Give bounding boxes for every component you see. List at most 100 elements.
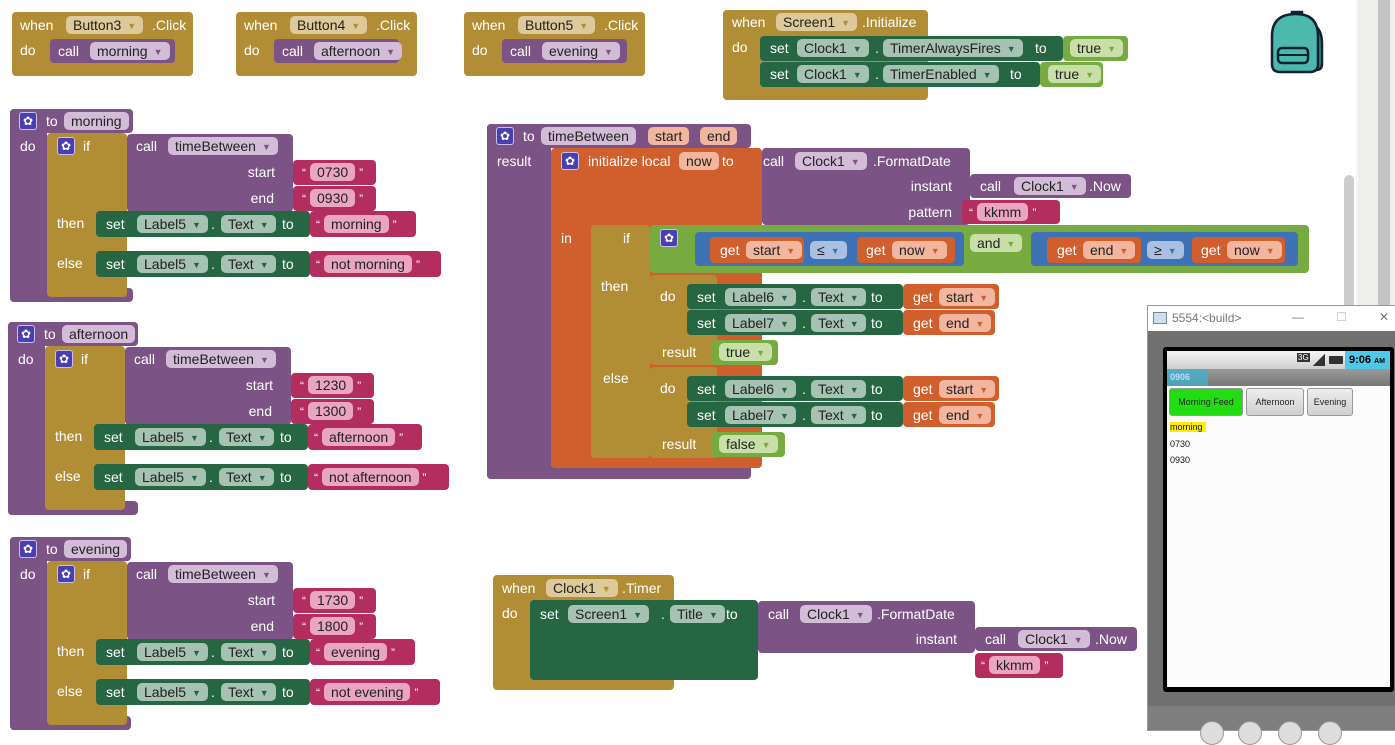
procedure-block[interactable] [487, 124, 551, 479]
variable-dropdown[interactable]: start ▼ [939, 380, 996, 398]
component-dropdown[interactable]: Clock1 ▼ [795, 152, 867, 170]
component-dropdown[interactable]: Label5 ▼ [137, 683, 208, 701]
text-value[interactable]: 0930 [310, 189, 356, 207]
end-time-text[interactable]: “ 1800” [298, 617, 367, 636]
label-value-text[interactable]: “ not afternoon” [310, 468, 431, 487]
label-value-text[interactable]: “ not morning” [312, 255, 424, 274]
gear-icon[interactable]: ✿ [561, 152, 579, 170]
component-dropdown[interactable]: Clock1 ▼ [1014, 177, 1086, 195]
emulator-key[interactable] [1318, 721, 1342, 745]
gear-icon[interactable]: ✿ [660, 229, 678, 247]
evening-button[interactable]: Evening [1307, 388, 1353, 416]
gear-icon[interactable]: ✿ [57, 137, 75, 155]
minimize-button[interactable]: — [1292, 310, 1304, 324]
property-dropdown[interactable]: Text ▼ [811, 380, 866, 398]
procedure-name[interactable]: timeBetween [541, 127, 636, 145]
side-panel-scrollbar[interactable] [1378, 0, 1390, 305]
component-dropdown[interactable]: Label7 ▼ [725, 314, 796, 332]
component-dropdown[interactable]: Label5 ▼ [135, 428, 206, 446]
gear-icon[interactable]: ✿ [19, 540, 37, 558]
label-value-text[interactable]: “ evening” [312, 643, 399, 662]
variable-dropdown[interactable]: start ▼ [746, 241, 803, 259]
emulator-key[interactable] [1200, 721, 1224, 745]
start-time-text[interactable]: “ 1730” [298, 591, 367, 610]
variable-dropdown[interactable]: end ▼ [1083, 241, 1136, 259]
variable-dropdown[interactable]: now ▼ [892, 241, 947, 259]
property-dropdown[interactable]: Text ▼ [221, 643, 276, 661]
morning-feed-button[interactable]: Morning Feed [1169, 388, 1243, 416]
component-dropdown[interactable]: Button5 ▼ [518, 16, 596, 34]
label-value-text[interactable]: “ morning” [312, 215, 401, 234]
variable-dropdown[interactable]: now ▼ [1227, 241, 1282, 259]
component-dropdown[interactable]: Button4 ▼ [290, 16, 368, 34]
component-dropdown[interactable]: Label5 ▼ [137, 643, 208, 661]
label-value-text[interactable]: “ not evening” [312, 683, 422, 702]
text-value[interactable]: 1230 [308, 376, 354, 394]
property-dropdown[interactable]: Text ▼ [219, 468, 274, 486]
text-value[interactable]: not afternoon [322, 468, 419, 486]
local-name[interactable]: now [679, 152, 719, 170]
component-dropdown[interactable]: Label5 ▼ [137, 255, 208, 273]
component-dropdown[interactable]: Label7 ▼ [725, 406, 796, 424]
procedure-name[interactable]: afternoon [62, 325, 136, 343]
component-dropdown[interactable]: Label5 ▼ [135, 468, 206, 486]
boolean-dropdown[interactable]: true ▼ [719, 343, 773, 361]
property-dropdown[interactable]: Text ▼ [219, 428, 274, 446]
text-value[interactable]: 1800 [310, 617, 356, 635]
variable-dropdown[interactable]: end ▼ [939, 406, 992, 424]
emulator-key[interactable] [1278, 721, 1302, 745]
procedure-name[interactable]: morning [64, 112, 129, 130]
text-value[interactable]: not morning [324, 255, 412, 273]
pattern-text[interactable]: “ kkmm” [965, 203, 1040, 222]
property-dropdown[interactable]: TimerAlwaysFires ▼ [883, 39, 1023, 57]
logic-operator-dropdown[interactable]: and ▼ [970, 234, 1023, 252]
gear-icon[interactable]: ✿ [17, 325, 35, 343]
backpack-icon[interactable] [1266, 6, 1336, 76]
property-dropdown[interactable]: Text ▼ [221, 215, 276, 233]
if-else-block[interactable] [591, 225, 650, 458]
property-dropdown[interactable]: Text ▼ [811, 288, 866, 306]
procedure-dropdown[interactable]: morning ▼ [90, 42, 170, 60]
operator-dropdown[interactable]: ≤ ▼ [810, 241, 847, 259]
component-dropdown[interactable]: Clock1 ▼ [546, 579, 618, 597]
afternoon-button[interactable]: Afternoon [1246, 388, 1304, 416]
property-dropdown[interactable]: Text ▼ [811, 406, 866, 424]
text-value[interactable]: kkmm [989, 656, 1041, 674]
gear-icon[interactable]: ✿ [57, 565, 75, 583]
component-dropdown[interactable]: Label6 ▼ [725, 380, 796, 398]
component-dropdown[interactable]: Clock1 ▼ [797, 39, 869, 57]
variable-dropdown[interactable]: start ▼ [939, 288, 996, 306]
close-button[interactable]: ✕ [1379, 310, 1389, 324]
procedure-name[interactable]: evening [64, 540, 128, 558]
property-dropdown[interactable]: Title ▼ [670, 605, 725, 623]
component-dropdown[interactable]: Screen1 ▼ [776, 13, 858, 31]
property-dropdown[interactable]: Text ▼ [811, 314, 866, 332]
gear-icon[interactable]: ✿ [55, 350, 73, 368]
emulator-key[interactable] [1238, 721, 1262, 745]
text-value[interactable]: 1300 [308, 402, 354, 420]
procedure-dropdown[interactable]: timeBetween ▼ [168, 565, 278, 583]
boolean-dropdown[interactable]: false ▼ [719, 435, 778, 453]
component-dropdown[interactable]: Label5 ▼ [137, 215, 208, 233]
maximize-button[interactable]: ☐ [1336, 310, 1347, 324]
end-time-text[interactable]: “ 0930” [298, 189, 367, 208]
gear-icon[interactable]: ✿ [19, 112, 37, 130]
component-dropdown[interactable]: Clock1 ▼ [800, 605, 872, 623]
procedure-dropdown[interactable]: afternoon ▼ [314, 42, 403, 60]
param-start[interactable]: start [648, 127, 690, 145]
end-time-text[interactable]: “ 1300” [296, 402, 365, 421]
text-value[interactable]: 1730 [310, 591, 356, 609]
operator-dropdown[interactable]: ≥ ▼ [1147, 241, 1184, 259]
boolean-dropdown[interactable]: true ▼ [1070, 39, 1124, 57]
procedure-dropdown[interactable]: evening ▼ [542, 42, 620, 60]
text-value[interactable]: afternoon [322, 428, 396, 446]
gear-icon[interactable]: ✿ [496, 127, 514, 145]
text-value[interactable]: 0730 [310, 163, 356, 181]
text-value[interactable]: evening [324, 643, 388, 661]
property-dropdown[interactable]: Text ▼ [221, 683, 276, 701]
procedure-dropdown[interactable]: timeBetween ▼ [166, 350, 276, 368]
component-dropdown[interactable]: Screen1 ▼ [568, 605, 650, 623]
text-value[interactable]: morning [324, 215, 389, 233]
component-dropdown[interactable]: Button3 ▼ [66, 16, 144, 34]
boolean-dropdown[interactable]: true ▼ [1048, 65, 1102, 83]
